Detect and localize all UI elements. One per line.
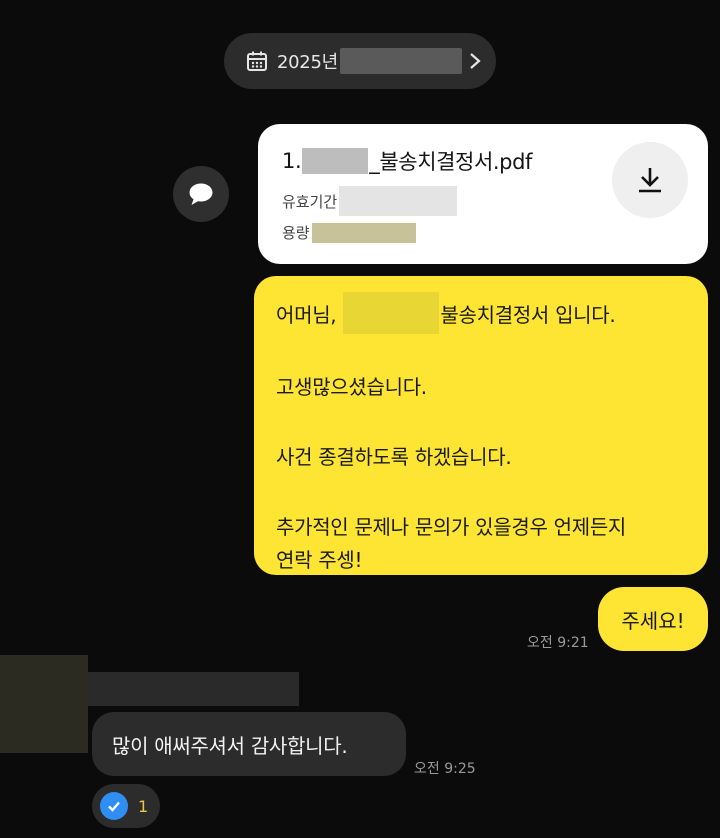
message-text: 어머님, — [276, 303, 337, 327]
timestamp: 오전 9:21 — [527, 635, 589, 651]
redacted-file-name — [302, 148, 369, 174]
incoming-message-bubble[interactable]: 많이 애써주셔서 감사합니다. — [92, 712, 406, 776]
date-divider[interactable]: 2025년 — [224, 33, 496, 89]
message-line: 추가적인 문제나 문의가 있을경우 언제든지 — [276, 515, 627, 539]
message-line: 연락 주셍! — [276, 548, 363, 572]
redacted-name — [343, 292, 440, 334]
calendar-icon — [247, 51, 267, 71]
file-name-prefix: 1. — [282, 149, 302, 173]
redacted-validity — [339, 186, 458, 216]
reaction-count: 1 — [138, 796, 149, 816]
file-name-suffix: _불송치결정서.pdf — [369, 150, 532, 174]
download-button[interactable] — [612, 142, 688, 218]
sender-avatar-redacted[interactable] — [0, 655, 88, 753]
download-icon — [639, 168, 661, 193]
chevron-right-icon — [470, 53, 481, 69]
speech-bubble-icon — [189, 183, 213, 205]
share-button[interactable] — [173, 166, 229, 222]
sender-name-redacted — [88, 672, 299, 706]
message-text: 많이 애써주셔서 감사합니다. — [112, 733, 348, 758]
file-size: 용량 — [282, 222, 416, 243]
check-icon — [100, 792, 128, 820]
reaction-badge[interactable]: 1 — [92, 784, 160, 828]
file-name: 1. _불송치결정서.pdf — [282, 146, 532, 176]
file-validity: 유효기간 — [282, 186, 458, 216]
outgoing-message-bubble[interactable]: 어머님, 불송치결정서 입니다. 고생많으셨습니다. 사건 종결하도록 하겠습니… — [254, 276, 708, 575]
date-text: 2025년 — [277, 52, 338, 73]
message-text: 불송치결정서 입니다. — [440, 303, 616, 327]
timestamp: 오전 9:25 — [414, 761, 476, 777]
outgoing-short-bubble[interactable]: 주세요! — [598, 587, 708, 651]
message-text: 주세요! — [621, 608, 685, 633]
redacted-date — [339, 48, 462, 74]
validity-label: 유효기간 — [282, 192, 338, 211]
file-attachment-card[interactable]: 1. _불송치결정서.pdf 유효기간 용량 — [258, 124, 708, 264]
size-label: 용량 — [282, 224, 310, 242]
message-line: 고생많으셨습니다. — [276, 375, 427, 399]
message-line: 사건 종결하도록 하겠습니다. — [276, 445, 512, 469]
message-line: 어머님, 불송치결정서 입니다. — [276, 292, 686, 334]
redacted-size — [311, 222, 416, 243]
